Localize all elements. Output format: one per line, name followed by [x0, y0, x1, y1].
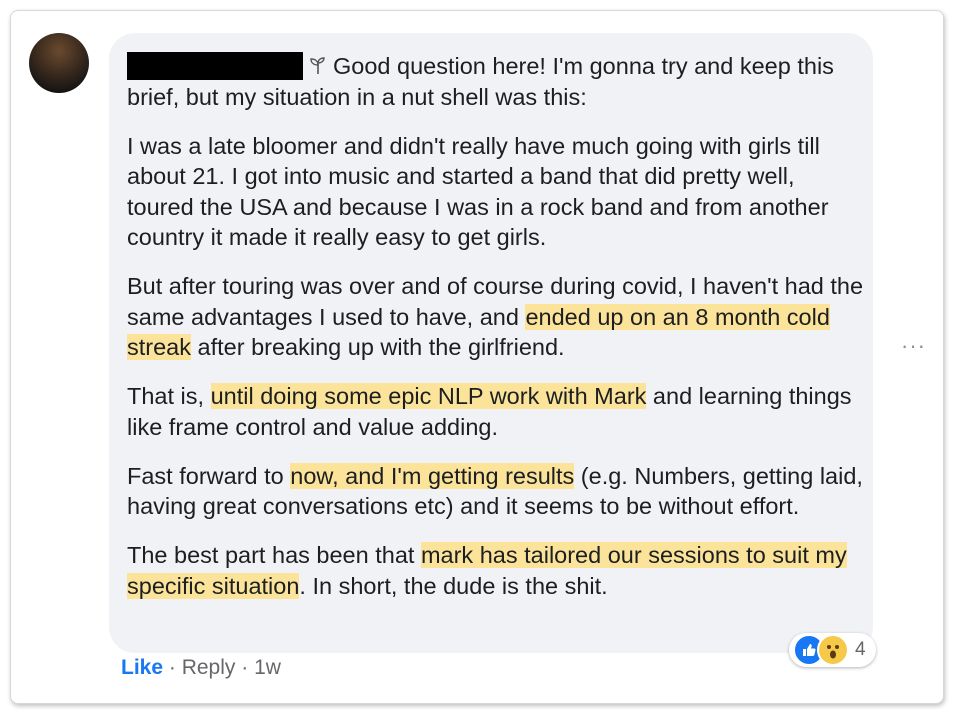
comment-text: That is, — [127, 383, 211, 409]
comment-card: Good question here! I'm gonna try and ke… — [10, 10, 944, 704]
highlighted-text: now, and I'm getting results — [290, 462, 575, 489]
comment-paragraph: Fast forward to now, and I'm getting res… — [127, 461, 867, 522]
comment-text: The best part has been that — [127, 542, 421, 568]
comment-text: I was a late bloomer and didn't really h… — [127, 132, 829, 251]
comment-paragraph: But after touring was over and of course… — [127, 271, 867, 363]
like-button[interactable]: Like — [121, 656, 163, 679]
comment-paragraph: That is, until doing some epic NLP work … — [127, 381, 867, 442]
sprout-icon — [310, 57, 325, 74]
comment-text: after breaking up with the girlfriend. — [191, 334, 565, 360]
comment-paragraph: The best part has been that mark has tai… — [127, 540, 867, 601]
redacted-author-name[interactable] — [127, 52, 303, 80]
comment-body: Good question here! I'm gonna try and ke… — [127, 51, 867, 620]
reaction-count: 4 — [855, 639, 866, 660]
timestamp[interactable]: 1w — [254, 656, 281, 679]
comment-actions: Like · Reply · 1w — [121, 656, 281, 680]
reactions-summary[interactable]: 4 — [789, 633, 876, 667]
separator: · — [235, 656, 255, 679]
comment-text: . In short, the dude is the shit. — [299, 572, 608, 599]
highlighted-text: until doing some epic NLP work with Mark — [210, 383, 647, 409]
comment-paragraph: Good question here! I'm gonna try and ke… — [127, 51, 867, 112]
comment-paragraph: I was a late bloomer and didn't really h… — [127, 131, 867, 253]
comment-bubble: Good question here! I'm gonna try and ke… — [109, 33, 873, 653]
reply-button[interactable]: Reply — [182, 656, 236, 679]
more-options-icon[interactable]: ··· — [901, 333, 926, 359]
comment-text: Fast forward to — [127, 462, 291, 489]
separator: · — [163, 656, 182, 679]
avatar[interactable] — [29, 33, 89, 93]
wow-reaction-icon — [817, 634, 849, 666]
